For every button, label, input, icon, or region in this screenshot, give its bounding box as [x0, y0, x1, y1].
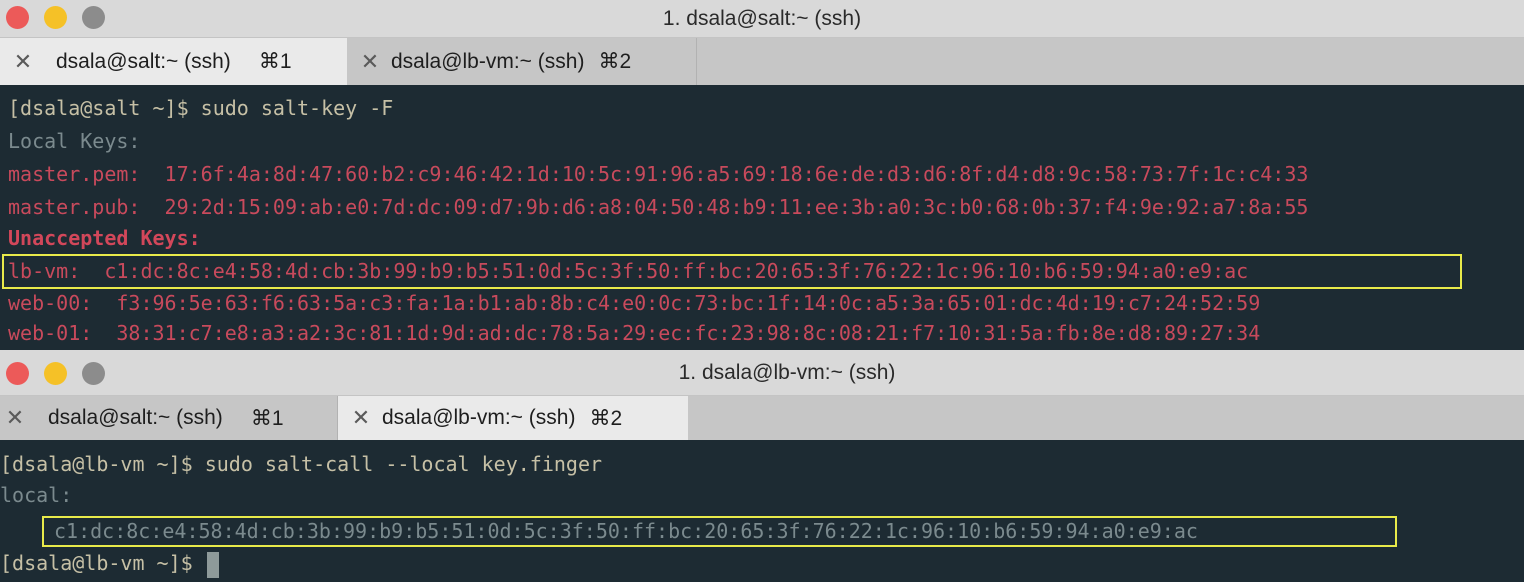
- unaccepted-keys-header: Unaccepted Keys:: [8, 226, 201, 250]
- tab-title: dsala@salt:~ (ssh): [56, 49, 231, 73]
- tab-lb-vm[interactable]: ✕ dsala@lb-vm:~ (ssh) ⌘2: [338, 396, 688, 440]
- terminal-window-lb-vm: 1. dsala@lb-vm:~ (ssh) ✕ dsala@salt:~ (s…: [0, 350, 1524, 582]
- tab-title: dsala@lb-vm:~ (ssh): [391, 49, 585, 73]
- master-pem-line: master.pem: 17:6f:4a:8d:47:60:b2:c9:46:4…: [8, 162, 1309, 186]
- terminal-output[interactable]: [dsala@salt ~]$ sudo salt-key -F Local K…: [0, 85, 1524, 350]
- terminal-output[interactable]: [dsala@lb-vm ~]$ sudo salt-call --local …: [0, 440, 1524, 582]
- tab-shortcut: ⌘1: [250, 406, 284, 430]
- local-label: local:: [0, 483, 73, 507]
- window-title: 1. dsala@salt:~ (ssh): [662, 7, 862, 30]
- tab-salt[interactable]: ✕ dsala@salt:~ (ssh) ⌘1: [0, 396, 338, 440]
- tab-shortcut: ⌘1: [258, 50, 292, 73]
- tab-lb-vm[interactable]: ✕ dsala@lb-vm:~ (ssh) ⌘2: [347, 38, 697, 85]
- prompt-line[interactable]: [dsala@lb-vm ~]$: [0, 551, 219, 578]
- tab-shortcut: ⌘2: [589, 406, 623, 430]
- close-icon[interactable]: ✕: [346, 405, 376, 431]
- close-icon[interactable]: ✕: [8, 49, 38, 75]
- tab-shortcut: ⌘2: [598, 50, 632, 73]
- window-title: 1. dsala@lb-vm:~ (ssh): [678, 361, 896, 384]
- master-pub-line: master.pub: 29:2d:15:09:ab:e0:7d:dc:09:d…: [8, 195, 1309, 219]
- title-bar[interactable]: 1. dsala@lb-vm:~ (ssh): [0, 350, 1524, 396]
- tab-title: dsala@lb-vm:~ (ssh): [382, 406, 576, 429]
- text-cursor: [206, 551, 219, 578]
- title-bar[interactable]: 1. dsala@salt:~ (ssh): [0, 0, 1524, 38]
- web-00-key-line: web-00: f3:96:5e:63:f6:63:5a:c3:fa:1a:b1…: [8, 291, 1261, 315]
- close-icon[interactable]: ✕: [0, 405, 30, 431]
- terminal-window-salt: 1. dsala@salt:~ (ssh) ✕ dsala@salt:~ (ss…: [0, 0, 1524, 350]
- tab-bar: ✕ dsala@salt:~ (ssh) ⌘1 ✕ dsala@lb-vm:~ …: [0, 396, 1524, 440]
- web-01-key-line: web-01: 38:31:c7:e8:a3:a2:3c:81:1d:9d:ad…: [8, 321, 1261, 345]
- tab-title: dsala@salt:~ (ssh): [48, 406, 223, 429]
- command-line: [dsala@lb-vm ~]$ sudo salt-call --local …: [0, 452, 603, 476]
- close-icon[interactable]: ✕: [355, 49, 385, 75]
- tab-salt[interactable]: ✕ dsala@salt:~ (ssh) ⌘1: [0, 38, 347, 85]
- tab-bar: ✕ dsala@salt:~ (ssh) ⌘1 ✕ dsala@lb-vm:~ …: [0, 38, 1524, 85]
- fingerprint-line: c1:dc:8c:e4:58:4d:cb:3b:99:b9:b5:51:0d:5…: [54, 519, 1198, 543]
- lb-vm-key-line: lb-vm: c1:dc:8c:e4:58:4d:cb:3b:99:b9:b5:…: [8, 259, 1249, 283]
- prompt-text: [dsala@lb-vm ~]$: [0, 551, 205, 575]
- command-line: [dsala@salt ~]$ sudo salt-key -F: [8, 96, 394, 120]
- local-keys-header: Local Keys:: [8, 129, 141, 153]
